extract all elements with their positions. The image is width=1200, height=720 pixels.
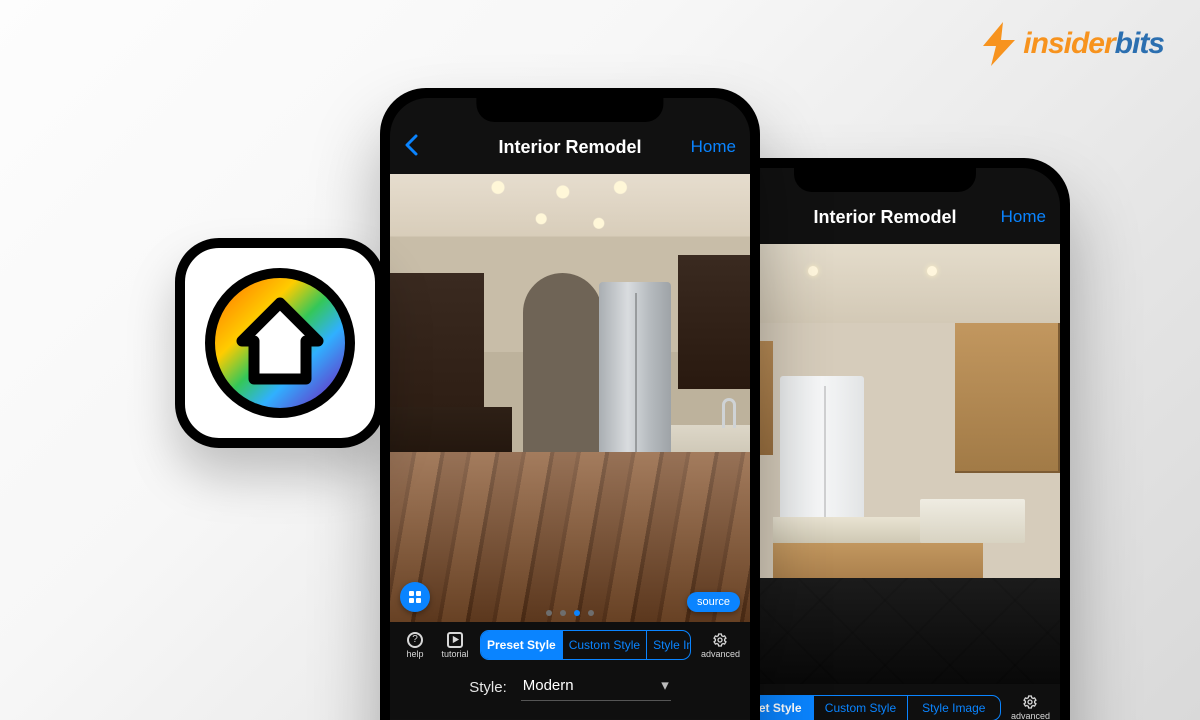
kitchen-after-image bbox=[390, 174, 750, 622]
gear-icon bbox=[712, 632, 728, 648]
tab-style-image[interactable]: Style Image bbox=[646, 631, 691, 659]
photo-front-wrap[interactable]: source bbox=[390, 174, 750, 622]
page-dot-active[interactable] bbox=[574, 610, 580, 616]
page-dot[interactable] bbox=[588, 610, 594, 616]
brand-logo: insiderbits bbox=[981, 22, 1164, 66]
grid-button[interactable] bbox=[400, 582, 430, 612]
brand-suffix: bits bbox=[1115, 27, 1164, 60]
tab-style-image[interactable]: Style Image bbox=[907, 696, 1000, 720]
phone-front-screen: Interior Remodel Home bbox=[390, 98, 750, 720]
chevron-down-icon: ▾ bbox=[661, 676, 669, 694]
advanced-button[interactable]: advanced bbox=[701, 632, 740, 659]
source-button[interactable]: source bbox=[687, 592, 740, 612]
notch bbox=[476, 98, 663, 122]
page-dot[interactable] bbox=[546, 610, 552, 616]
home-link[interactable]: Home bbox=[691, 137, 736, 157]
app-icon-svg bbox=[200, 263, 360, 423]
notch bbox=[794, 168, 976, 192]
advanced-label: advanced bbox=[701, 649, 740, 659]
tutorial-label: tutorial bbox=[441, 649, 468, 659]
grid-icon bbox=[408, 590, 422, 604]
style-segmented-control: Preset Style Custom Style Style Image bbox=[720, 695, 1001, 720]
tutorial-button[interactable]: tutorial bbox=[440, 632, 470, 659]
toolbar-left: ? help tutorial bbox=[400, 632, 470, 659]
help-button[interactable]: ? help bbox=[400, 632, 430, 659]
brand-text: insiderbits bbox=[1023, 27, 1164, 61]
tab-preset-style[interactable]: Preset Style bbox=[481, 631, 562, 659]
chevron-left-icon bbox=[404, 134, 418, 156]
style-dropdown[interactable]: Modern ▾ bbox=[521, 674, 671, 701]
advanced-label: advanced bbox=[1011, 711, 1050, 720]
brand-prefix: insider bbox=[1023, 27, 1114, 60]
page-indicator bbox=[546, 610, 594, 616]
back-button[interactable] bbox=[404, 134, 418, 160]
bolt-icon bbox=[981, 22, 1017, 66]
style-label: Style: bbox=[469, 679, 507, 696]
navbar-back: Interior Remodel Home bbox=[710, 190, 1060, 244]
screen-title: Interior Remodel bbox=[813, 207, 956, 228]
phone-back-screen: Interior Remodel Home Preset bbox=[710, 168, 1060, 720]
advanced-button[interactable]: advanced bbox=[1011, 694, 1050, 720]
toolbar-back: Preset Style Custom Style Style Image ad… bbox=[710, 684, 1060, 720]
page-dot[interactable] bbox=[560, 610, 566, 616]
play-icon bbox=[447, 632, 463, 648]
style-segmented-control: Preset Style Custom Style Style Image bbox=[480, 630, 691, 660]
navbar-front: Interior Remodel Home bbox=[390, 120, 750, 174]
tab-custom-style[interactable]: Custom Style bbox=[813, 696, 906, 720]
screen-title: Interior Remodel bbox=[498, 137, 641, 158]
kitchen-before-image bbox=[710, 244, 1060, 684]
stage: insiderbits Interior Remodel Home bbox=[0, 0, 1200, 720]
photo-back-wrap[interactable] bbox=[710, 244, 1060, 684]
home-link[interactable]: Home bbox=[1001, 207, 1046, 227]
toolbar-front: ? help tutorial Preset Style Custom Styl… bbox=[390, 622, 750, 664]
app-icon bbox=[175, 238, 385, 448]
phone-front: Interior Remodel Home bbox=[380, 88, 760, 720]
style-value: Modern bbox=[523, 677, 574, 694]
tab-custom-style[interactable]: Custom Style bbox=[562, 631, 646, 659]
style-row: Style: Modern ▾ bbox=[390, 664, 750, 719]
help-icon: ? bbox=[407, 632, 423, 648]
gear-icon bbox=[1022, 694, 1038, 710]
help-label: help bbox=[406, 649, 423, 659]
source-label: source bbox=[697, 596, 730, 608]
